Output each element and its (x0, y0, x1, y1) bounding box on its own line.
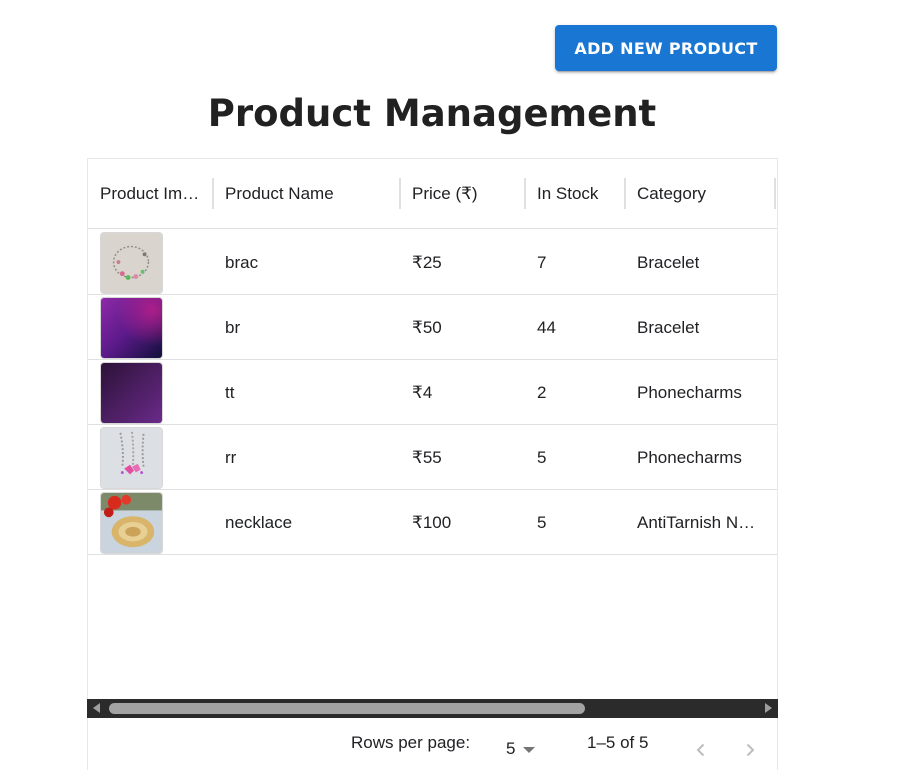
column-header-label: In Stock (537, 184, 599, 203)
price-cell: ₹50 (400, 295, 524, 360)
purple-gradient-image (100, 296, 163, 359)
bracelet-image (100, 231, 163, 294)
price-cell: ₹25 (400, 230, 524, 295)
category-cell: Bracelet (625, 295, 762, 360)
stock-cell: 5 (525, 425, 624, 490)
grid-header: Product Im… Product Name Price (₹) In St… (88, 159, 777, 229)
product-name: brac (225, 252, 259, 272)
product-name: tt (225, 382, 235, 402)
next-page-button[interactable] (740, 740, 760, 760)
stock: 7 (537, 252, 547, 272)
table-row[interactable]: tt ₹4 2 Phonecharms (88, 360, 777, 425)
previous-page-button[interactable] (691, 740, 711, 760)
category: Phonecharms (637, 447, 742, 467)
stock: 2 (537, 382, 547, 402)
phonecharm-image (100, 426, 163, 489)
stock-cell: 44 (525, 295, 624, 360)
column-header-label: Price (₹) (412, 184, 478, 203)
dropdown-arrow-icon (523, 747, 536, 753)
category: AntiTarnish N… (637, 512, 756, 532)
necklace-image (100, 491, 163, 554)
horizontal-scrollbar[interactable] (87, 699, 778, 718)
table-row[interactable]: brac ₹25 7 Bracelet (88, 230, 777, 295)
product-name: necklace (225, 512, 293, 532)
column-header-product-name[interactable]: Product Name (213, 159, 399, 229)
stock: 44 (537, 317, 556, 337)
column-separator[interactable] (774, 178, 776, 209)
displayed-rows: 1–5 of 5 (587, 733, 649, 752)
column-header-category[interactable]: Category (625, 159, 774, 229)
stock-cell: 5 (525, 490, 624, 555)
chevron-right-icon (746, 743, 755, 757)
scrollbar-thumb[interactable] (109, 703, 585, 714)
product-name-cell: rr (213, 425, 399, 490)
rows-per-page-select[interactable]: 5 (506, 739, 536, 759)
table-row[interactable]: br ₹50 44 Bracelet (88, 295, 777, 360)
stock-cell: 7 (525, 230, 624, 295)
column-header-label: Category (637, 184, 706, 203)
stock: 5 (537, 512, 547, 532)
column-header-label: Product Im… (100, 184, 200, 203)
chevron-left-icon (696, 743, 705, 757)
category-cell: Phonecharms (625, 425, 762, 490)
add-new-product-button[interactable]: ADD NEW PRODUCT (555, 25, 777, 71)
price: ₹55 (412, 447, 442, 467)
price: ₹25 (412, 252, 442, 272)
price: ₹4 (412, 382, 433, 402)
product-image-cell (88, 360, 212, 425)
category: Bracelet (637, 317, 700, 337)
column-header-in-stock[interactable]: In Stock (525, 159, 624, 229)
category-cell: AntiTarnish N… (625, 490, 762, 555)
price: ₹100 (412, 512, 452, 532)
price-cell: ₹4 (400, 360, 524, 425)
price-cell: ₹100 (400, 490, 524, 555)
product-image-cell (88, 230, 212, 295)
category: Bracelet (637, 252, 700, 272)
product-name-cell: brac (213, 230, 399, 295)
product-name-cell: necklace (213, 490, 399, 555)
column-header-label: Product Name (225, 184, 334, 203)
rows-per-page-value: 5 (506, 739, 516, 758)
scroll-right-arrow-icon[interactable] (765, 703, 772, 713)
page-title: Product Management (207, 92, 657, 135)
pagination-footer: Rows per page: 5 1–5 of 5 (87, 718, 778, 770)
product-name: br (225, 317, 241, 337)
table-row[interactable]: rr ₹55 5 Phonecharms (88, 425, 777, 490)
product-name: rr (225, 447, 237, 467)
price-cell: ₹55 (400, 425, 524, 490)
scroll-left-arrow-icon[interactable] (93, 703, 100, 713)
category-cell: Phonecharms (625, 360, 762, 425)
product-name-cell: br (213, 295, 399, 360)
category: Phonecharms (637, 382, 742, 402)
stock-cell: 2 (525, 360, 624, 425)
product-data-grid: Product Im… Product Name Price (₹) In St… (87, 158, 778, 770)
table-row[interactable]: necklace ₹100 5 AntiTarnish N… (88, 490, 777, 555)
rows-per-page-label: Rows per page: (351, 733, 471, 752)
product-image-cell (88, 490, 212, 555)
dark-purple-image (100, 361, 163, 424)
price: ₹50 (412, 317, 442, 337)
product-name-cell: tt (213, 360, 399, 425)
column-header-price[interactable]: Price (₹) (400, 159, 524, 229)
product-image-cell (88, 425, 212, 490)
stock: 5 (537, 447, 547, 467)
product-image-cell (88, 295, 212, 360)
category-cell: Bracelet (625, 230, 762, 295)
column-header-product-image[interactable]: Product Im… (88, 159, 212, 229)
